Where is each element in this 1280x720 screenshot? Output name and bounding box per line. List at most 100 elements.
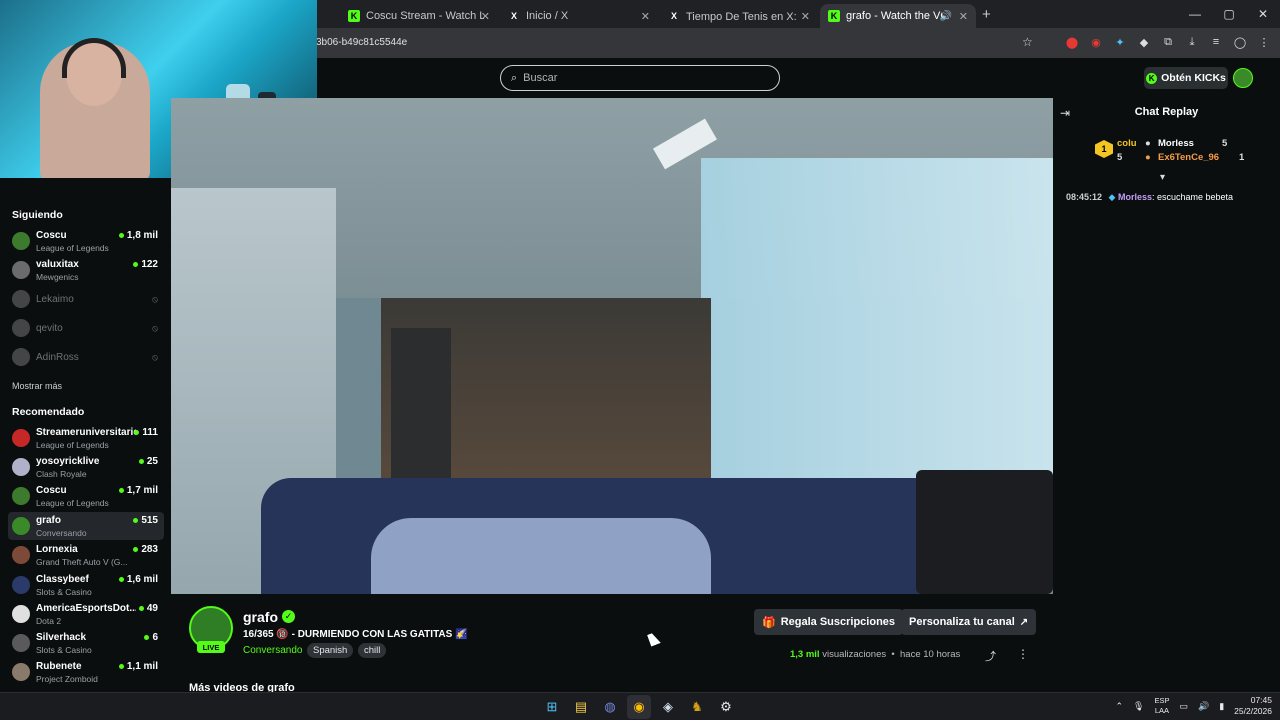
download-icon[interactable]: ⤓ xyxy=(1184,34,1200,50)
tab-grafo-vod[interactable]: K grafo - Watch the VOD on K 🔊 ✕ xyxy=(820,4,976,28)
channel-name: Classybeef xyxy=(36,574,89,585)
windows-start-icon[interactable]: ⊞ xyxy=(540,695,564,719)
live-dot-icon xyxy=(118,233,124,238)
search-input[interactable]: ⌕ Buscar xyxy=(500,65,780,91)
leader-name[interactable]: Ex6TenCe_96 xyxy=(1158,152,1219,163)
share-icon[interactable]: ⤴ xyxy=(985,648,996,664)
profile-icon[interactable]: ◯ xyxy=(1232,34,1248,50)
extension-blue-icon[interactable]: ✦ xyxy=(1112,34,1128,50)
steam-icon[interactable]: ◈ xyxy=(656,695,680,719)
sidebar-item-streameruniversitario[interactable]: Streameruniversitario League of Legends … xyxy=(8,424,164,452)
sidebar-item-classybeef[interactable]: Classybeef Slots & Casino 1,6 mil xyxy=(8,571,164,599)
browser-menu-icon[interactable]: ⋮ xyxy=(1256,34,1272,50)
leader-count: 1 xyxy=(1239,152,1245,163)
tab-title: Inicio / X xyxy=(526,10,569,22)
leader-count: 5 xyxy=(1222,138,1228,149)
channel-category: League of Legends xyxy=(36,243,109,253)
leader-name[interactable]: colu xyxy=(1117,138,1137,149)
tag-chill[interactable]: chill xyxy=(358,643,387,658)
get-kicks-button[interactable]: K Obtén KICKs xyxy=(1144,67,1228,89)
extension-stop-icon[interactable]: ◉ xyxy=(1088,34,1104,50)
more-options-icon[interactable]: ⋮ xyxy=(1017,647,1029,661)
extension-red-icon[interactable]: ⬤ xyxy=(1064,34,1080,50)
channel-category: Slots & Casino xyxy=(36,587,92,597)
close-tab-icon[interactable]: ✕ xyxy=(481,10,490,23)
close-tab-icon[interactable]: ✕ xyxy=(801,10,810,23)
channel-name: AdinRoss xyxy=(36,352,79,363)
display-icon[interactable]: ▭ xyxy=(1179,701,1188,712)
chrome-icon[interactable]: ◉ xyxy=(627,695,651,719)
user-avatar[interactable] xyxy=(1233,68,1253,88)
media-controls-icon[interactable]: ≡ xyxy=(1208,34,1224,50)
leader-name[interactable]: Morless xyxy=(1158,138,1194,149)
tab-coscu[interactable]: K Coscu Stream - Watch Live on K ✕ xyxy=(340,4,498,28)
channel-category: Clash Royale xyxy=(36,469,87,479)
following-title: Siguiendo xyxy=(12,209,63,221)
viewer-count-value: 6 xyxy=(152,632,158,643)
sidebar-item-coscu-rec[interactable]: Coscu League of Legends 1,7 mil xyxy=(8,482,164,510)
sidebar-item-lornexia[interactable]: Lornexia Grand Theft Auto V (G... 283 xyxy=(8,541,164,569)
leader-badge-icon: ● xyxy=(1145,152,1151,163)
sidebar-item-coscu[interactable]: Coscu League of Legends 1,8 mil xyxy=(8,227,164,255)
volume-icon[interactable]: 🔊 xyxy=(1198,701,1209,712)
tab-tiempo-de-tenis[interactable]: X Tiempo De Tenis en X: "🦉 EL E ✕ xyxy=(660,4,818,28)
expand-leaderboard-icon[interactable]: ▾ xyxy=(1160,172,1165,183)
viewer-count: 1,8 mil xyxy=(118,230,158,241)
extension-diamond-icon[interactable]: ◆ xyxy=(1136,34,1152,50)
sidebar-item-silverhack[interactable]: Silverhack Slots & Casino 6 xyxy=(8,629,164,657)
channel-name[interactable]: grafo xyxy=(243,609,278,625)
extensions-puzzle-icon[interactable]: ⧉ xyxy=(1160,34,1176,50)
microphone-icon[interactable]: 🎙 xyxy=(1133,701,1144,712)
clock[interactable]: 07:45 25/2/2026 xyxy=(1234,695,1272,717)
close-tab-icon[interactable]: ✕ xyxy=(641,10,650,23)
file-explorer-icon[interactable]: ▤ xyxy=(569,695,593,719)
viewer-count-value: 25 xyxy=(146,456,158,467)
sidebar-item-adinross[interactable]: AdinRoss ⦸ xyxy=(8,343,164,371)
close-window-button[interactable]: ✕ xyxy=(1246,0,1280,28)
tag-spanish[interactable]: Spanish xyxy=(307,643,354,658)
game-launcher-icon[interactable]: ♞ xyxy=(685,695,709,719)
sidebar-item-americaesports[interactable]: AmericaEsportsDot... Dota 2 49 xyxy=(8,600,164,628)
clock-date: 25/2/2026 xyxy=(1234,706,1272,716)
restore-button[interactable]: ▢ xyxy=(1212,0,1246,28)
channel-name: Streameruniversitario xyxy=(36,427,136,438)
discord-icon[interactable]: ◍ xyxy=(598,695,622,719)
viewer-count-value: 111 xyxy=(142,427,158,438)
audio-playing-icon[interactable]: 🔊 xyxy=(940,11,952,22)
message-user[interactable]: Morless xyxy=(1118,192,1152,202)
category-link[interactable]: Conversando xyxy=(243,645,302,656)
sidebar-item-qevito[interactable]: qevito ⦸ xyxy=(8,314,164,342)
sidebar-item-rubenete[interactable]: Rubenete Project Zomboid 1,1 mil xyxy=(8,658,164,686)
video-player[interactable] xyxy=(171,98,1053,594)
close-tab-icon[interactable]: ✕ xyxy=(959,10,968,23)
language-indicator[interactable]: ESP LAA xyxy=(1154,696,1169,716)
bookmark-star-icon[interactable]: ☆ xyxy=(1022,35,1033,49)
minimize-button[interactable]: — xyxy=(1178,0,1212,28)
channel-name: grafo xyxy=(36,515,61,526)
url-text[interactable]: 3b06-b49c81c5544e xyxy=(316,37,407,48)
channel-name: qevito xyxy=(36,323,63,334)
kick-favicon-icon: K xyxy=(348,10,360,22)
sidebar-item-lekaimo[interactable]: Lekaimo ⦸ xyxy=(8,285,164,313)
gift-subs-button[interactable]: 🎁 Regala Suscripciones xyxy=(754,609,904,635)
channel-category: League of Legends xyxy=(36,440,109,450)
search-placeholder: Buscar xyxy=(523,72,558,84)
show-more-link[interactable]: Mostrar más xyxy=(12,381,62,391)
chat-title: Chat Replay xyxy=(1134,106,1199,118)
sidebar-item-valuxitax[interactable]: valuxitax Mewgenics 122 xyxy=(8,256,164,284)
offline-icon: ⦸ xyxy=(152,294,158,304)
settings-app-icon[interactable]: ⚙ xyxy=(714,695,738,719)
battery-icon[interactable]: ▮ xyxy=(1219,701,1224,712)
customize-channel-label: Personaliza tu canal xyxy=(909,616,1015,628)
extension-icons: ⬤ ◉ ✦ ◆ ⧉ ⤓ ≡ ◯ ⋮ xyxy=(1064,34,1272,50)
search-icon: ⌕ xyxy=(511,71,518,84)
tab-x-home[interactable]: X Inicio / X ✕ xyxy=(500,4,658,28)
new-tab-button[interactable]: + xyxy=(982,6,991,23)
sidebar: Siguiendo Coscu League of Legends 1,8 mi… xyxy=(0,178,170,692)
avatar xyxy=(12,319,30,337)
tray-overflow-icon[interactable]: ⌃ xyxy=(1115,701,1123,712)
viewer-count-value: 1,8 mil xyxy=(126,230,158,241)
sidebar-item-yosoyricklive[interactable]: yosoyricklive Clash Royale 25 xyxy=(8,453,164,481)
customize-channel-button[interactable]: Personaliza tu canal ↗ xyxy=(901,609,1037,635)
sidebar-item-grafo[interactable]: grafo Conversando 515 xyxy=(8,512,164,540)
